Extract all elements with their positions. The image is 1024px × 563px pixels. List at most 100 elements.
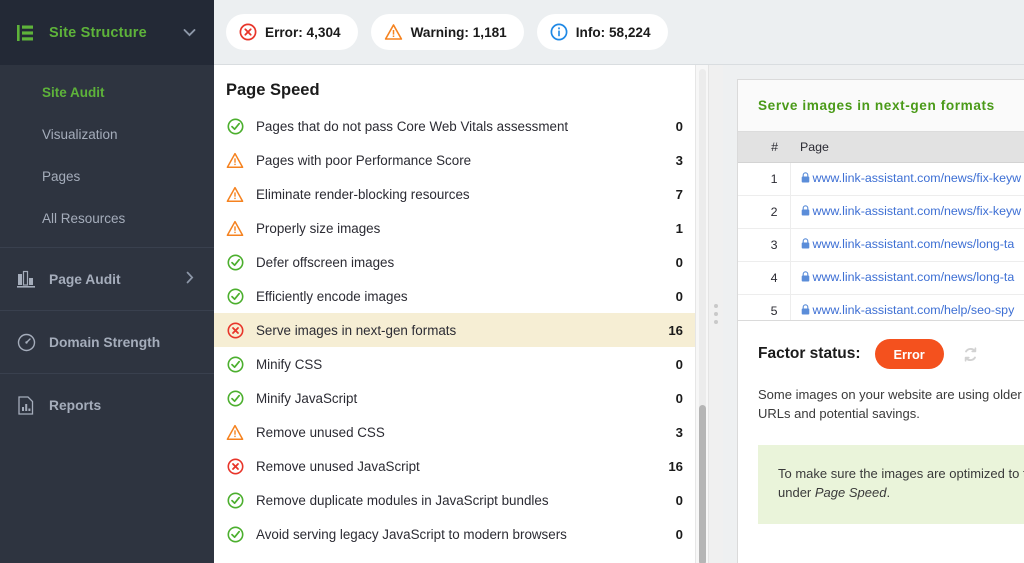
chevron-down-icon[interactable] (183, 24, 196, 42)
factor-row[interactable]: Defer offscreen images 0 (214, 245, 695, 279)
table-row[interactable]: 1 www.link-assistant.com/news/fix-keyw (738, 162, 1024, 196)
cell-num: 4 (738, 261, 791, 295)
sidebar-submenu: Site Audit Visualization Pages All Resou… (0, 65, 214, 247)
detail-panel: Serve images in next-gen formats # Page … (723, 65, 1024, 563)
factor-row-value: 0 (675, 288, 683, 304)
sidebar-item-label: Domain Strength (49, 334, 161, 350)
sidebar-item-label: Pages (42, 168, 81, 184)
factor-row-value: 0 (675, 492, 683, 508)
factor-row-value: 16 (668, 458, 683, 474)
sidebar-item-label: All Resources (42, 210, 126, 226)
error-chip[interactable]: Error: 4,304 (226, 14, 358, 50)
factor-row-label: Eliminate render-blocking resources (256, 186, 470, 202)
cell-page[interactable]: www.link-assistant.com/news/long-ta (790, 261, 1024, 295)
factor-row-value: 0 (675, 118, 683, 134)
app-root: Site Structure Site Audit Visualization … (0, 0, 1024, 563)
sidebar-item-label: Reports (49, 397, 102, 413)
factor-row-label: Minify CSS (256, 356, 323, 372)
sidebar: Site Structure Site Audit Visualization … (0, 0, 214, 563)
page-link[interactable]: www.link-assistant.com/news/fix-keyw (813, 171, 1022, 185)
table-row[interactable]: 3 www.link-assistant.com/news/long-ta (738, 228, 1024, 262)
factor-row-value: 16 (668, 322, 683, 338)
table-row[interactable]: 4 www.link-assistant.com/news/long-ta (738, 261, 1024, 295)
scrollbar-thumb[interactable] (699, 405, 706, 563)
warning-triangle-icon (384, 23, 403, 41)
factor-row-label: Remove duplicate modules in JavaScript b… (256, 492, 549, 508)
factor-row-label: Serve images in next-gen formats (256, 322, 457, 338)
card-title: Serve images in next-gen formats (758, 98, 995, 113)
column-header-page[interactable]: Page (790, 132, 1024, 163)
warning-chip[interactable]: Warning: 1,181 (370, 14, 524, 50)
page-link[interactable]: www.link-assistant.com/help/seo-spy (813, 303, 1015, 317)
factor-row-value: 0 (675, 254, 683, 270)
gauge-icon (16, 332, 36, 352)
column-header-num[interactable]: # (738, 132, 790, 163)
status-error-icon (226, 321, 244, 339)
page-title: Page Speed (226, 81, 320, 99)
info-circle-icon (550, 23, 568, 41)
factor-row-label: Efficiently encode images (256, 288, 408, 304)
panel-resize-handle[interactable] (709, 65, 723, 563)
page-link[interactable]: www.link-assistant.com/news/long-ta (813, 237, 1015, 251)
status-badge[interactable]: Error (874, 339, 944, 369)
factor-row[interactable]: Pages that do not pass Core Web Vitals a… (214, 109, 695, 143)
cell-num: 2 (738, 195, 791, 229)
table-header-row: # Page (738, 132, 1024, 163)
vertical-scrollbar[interactable] (696, 65, 709, 563)
sidebar-item-reports[interactable]: Reports (0, 373, 214, 436)
factor-row-label: Minify JavaScript (256, 390, 358, 406)
cell-num: 1 (738, 162, 791, 196)
factor-row[interactable]: Eliminate render-blocking resources 7 (214, 177, 695, 211)
page-link[interactable]: www.link-assistant.com/news/long-ta (813, 270, 1015, 284)
sidebar-item-domain-strength[interactable]: Domain Strength (0, 310, 214, 373)
cell-num: 3 (738, 228, 791, 262)
content-split: Page Speed Pages that do not pass Core W… (214, 65, 1024, 563)
refresh-icon[interactable] (962, 346, 979, 363)
list-structure-icon (16, 23, 36, 43)
sidebar-header-site-structure[interactable]: Site Structure (0, 0, 214, 65)
status-ok-icon (226, 389, 244, 407)
factor-row[interactable]: Minify JavaScript 0 (214, 381, 695, 415)
sidebar-item-page-audit[interactable]: Page Audit (0, 247, 214, 310)
factor-row[interactable]: Properly size images 1 (214, 211, 695, 245)
error-chip-label: Error: 4,304 (265, 24, 341, 40)
factor-row-value: 1 (675, 220, 683, 236)
table-row[interactable]: 2 www.link-assistant.com/news/fix-keyw (738, 195, 1024, 229)
cell-page[interactable]: www.link-assistant.com/news/fix-keyw (790, 162, 1024, 196)
sidebar-item-label: Visualization (42, 126, 118, 142)
page-link[interactable]: www.link-assistant.com/news/fix-keyw (813, 204, 1022, 218)
status-ok-icon (226, 253, 244, 271)
sidebar-item-all-resources[interactable]: All Resources (0, 197, 214, 239)
cell-page[interactable]: www.link-assistant.com/news/fix-keyw (790, 195, 1024, 229)
sidebar-item-pages[interactable]: Pages (0, 155, 214, 197)
sidebar-item-site-audit[interactable]: Site Audit (0, 71, 214, 113)
table-body: 1 www.link-assistant.com/news/fix-keyw 2 ww… (738, 162, 1024, 328)
status-warning-icon (226, 219, 244, 237)
lock-icon (801, 238, 810, 252)
warning-chip-label: Warning: 1,181 (410, 24, 507, 40)
sidebar-item-visualization[interactable]: Visualization (0, 113, 214, 155)
chevron-right-icon[interactable] (186, 271, 194, 287)
factor-row[interactable]: Remove unused JavaScript 16 (214, 449, 695, 483)
factor-row[interactable]: Efficiently encode images 0 (214, 279, 695, 313)
status-bar: Error: 4,304 Warning: 1,181 Info: 58,224 (214, 0, 1024, 65)
factor-row[interactable]: Remove duplicate modules in JavaScript b… (214, 483, 695, 517)
factor-row[interactable]: Serve images in next-gen formats 16 (214, 313, 695, 347)
factor-row[interactable]: Avoid serving legacy JavaScript to moder… (214, 517, 695, 551)
cell-page[interactable]: www.link-assistant.com/news/long-ta (790, 228, 1024, 262)
page-speed-panel: Page Speed Pages that do not pass Core W… (214, 65, 696, 563)
factor-tip-box: To make sure the images are optimized to… (758, 445, 1024, 524)
error-circle-icon (239, 23, 257, 41)
factor-status-line: Factor status: Error (758, 339, 1024, 369)
factor-row[interactable]: Remove unused CSS 3 (214, 415, 695, 449)
factor-row-value: 7 (675, 186, 683, 202)
pages-table: # Page 1 www.link-assistant.com/news/fix-… (738, 132, 1024, 328)
bar-chart-icon (16, 269, 36, 289)
sidebar-item-label: Page Audit (49, 271, 121, 287)
factor-row[interactable]: Minify CSS 0 (214, 347, 695, 381)
status-error-icon (226, 457, 244, 475)
status-ok-icon (226, 491, 244, 509)
info-chip[interactable]: Info: 58,224 (536, 14, 668, 50)
status-warning-icon (226, 423, 244, 441)
factor-row[interactable]: Pages with poor Performance Score 3 (214, 143, 695, 177)
